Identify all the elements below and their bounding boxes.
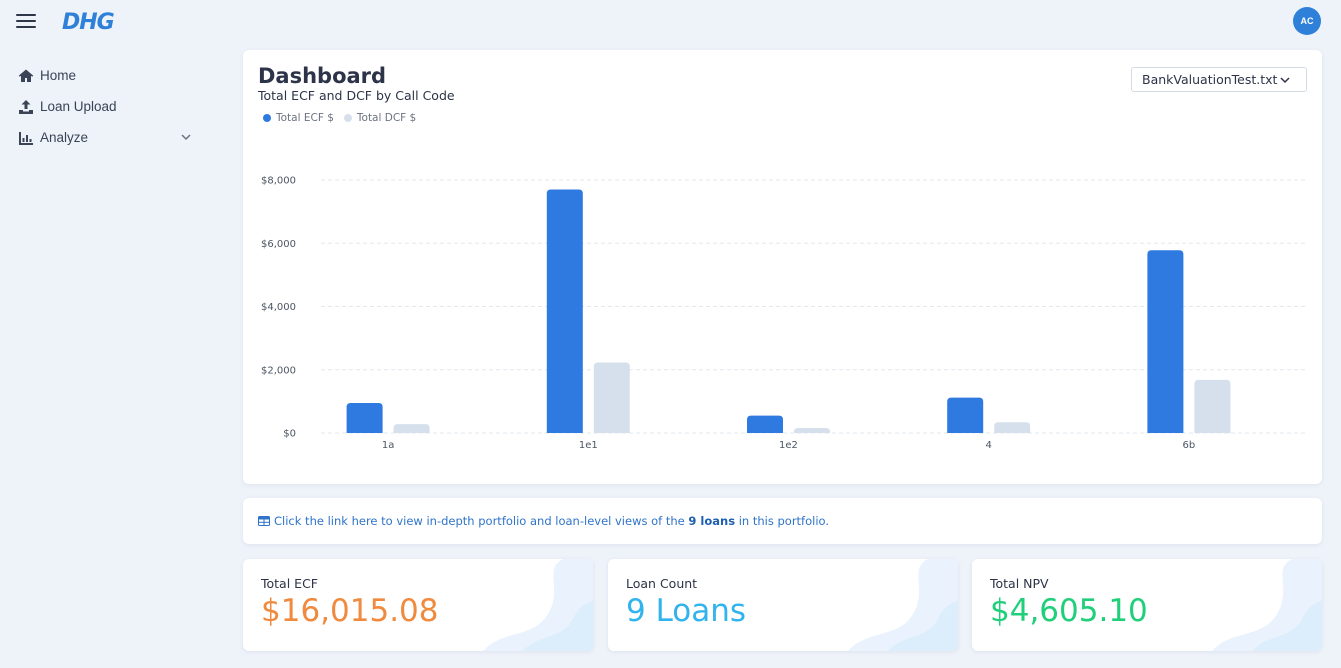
y-tick-label: $2,000 (261, 365, 296, 376)
stat-value: $4,605.10 (990, 593, 1148, 629)
card-decoration (848, 559, 958, 651)
bar-dcf-1a[interactable] (393, 424, 430, 433)
stat-label: Total ECF (261, 576, 318, 591)
dashboard-chart-card: Dashboard Total ECF and DCF by Call Code… (243, 50, 1322, 484)
sidebar-item-label: Analyze (40, 130, 89, 145)
portfolio-link-suffix: in this portfolio. (738, 514, 830, 528)
table-icon (258, 516, 270, 526)
stat-card-loan-count: Loan Count 9 Loans (608, 559, 958, 651)
hamburger-menu-icon[interactable] (16, 14, 36, 30)
y-tick-label: $8,000 (261, 176, 296, 187)
sidebar-item-label: Loan Upload (40, 99, 117, 114)
sidebar-item-label: Home (40, 68, 77, 83)
x-tick-label: 1e1 (579, 440, 598, 451)
bar-ecf-1e2[interactable] (747, 415, 783, 433)
bar-chart: $0 $2,000 $4,000 $6,000 $8,000 1a 1e1 1e2 4 6b (261, 176, 1307, 451)
y-tick-label: $4,000 (261, 302, 296, 313)
home-icon (18, 69, 34, 82)
x-tick-label: 1e2 (779, 440, 798, 451)
chevron-down-icon[interactable] (180, 131, 192, 143)
logo[interactable]: DHG (62, 10, 115, 35)
card-decoration (1212, 559, 1322, 651)
portfolio-link-card[interactable]: Click the link here to view in-depth por… (243, 498, 1322, 544)
bar-chart-icon (19, 131, 33, 145)
bar-ecf-6b[interactable] (1147, 250, 1184, 433)
bar-dcf-6b[interactable] (1194, 379, 1231, 433)
stat-card-total-npv: Total NPV $4,605.10 (972, 559, 1322, 651)
user-avatar[interactable]: AC (1293, 7, 1321, 35)
bar-dcf-4[interactable] (994, 422, 1031, 433)
sidebar-item-home[interactable]: Home (0, 60, 220, 91)
bar-ecf-1a[interactable] (346, 402, 383, 433)
card-decoration (483, 559, 593, 651)
stat-value: $16,015.08 (261, 593, 439, 629)
x-tick-label: 4 (986, 440, 992, 451)
x-tick-label: 1a (382, 440, 395, 451)
stat-value: 9 Loans (626, 593, 747, 629)
bar-ecf-1e1[interactable] (546, 189, 583, 433)
y-tick-label: $6,000 (261, 239, 296, 250)
x-tick-label: 6b (1183, 440, 1196, 451)
bar-dcf-1e2[interactable] (794, 427, 830, 433)
sidebar-item-analyze[interactable]: Analyze (0, 122, 220, 153)
loan-count-link[interactable]: 9 loans (688, 514, 735, 528)
portfolio-link-text[interactable]: Click the link here to view in-depth por… (274, 514, 685, 528)
y-tick-label: $0 (283, 429, 296, 440)
upload-icon (19, 99, 33, 114)
stat-label: Total NPV (990, 576, 1049, 591)
sidebar: Home Loan Upload Analyze (0, 60, 220, 153)
sidebar-item-loan-upload[interactable]: Loan Upload (0, 91, 220, 122)
bar-dcf-1e1[interactable] (593, 362, 630, 433)
stat-card-total-ecf: Total ECF $16,015.08 (243, 559, 593, 651)
bar-ecf-4[interactable] (947, 397, 984, 433)
stat-label: Loan Count (626, 576, 698, 591)
